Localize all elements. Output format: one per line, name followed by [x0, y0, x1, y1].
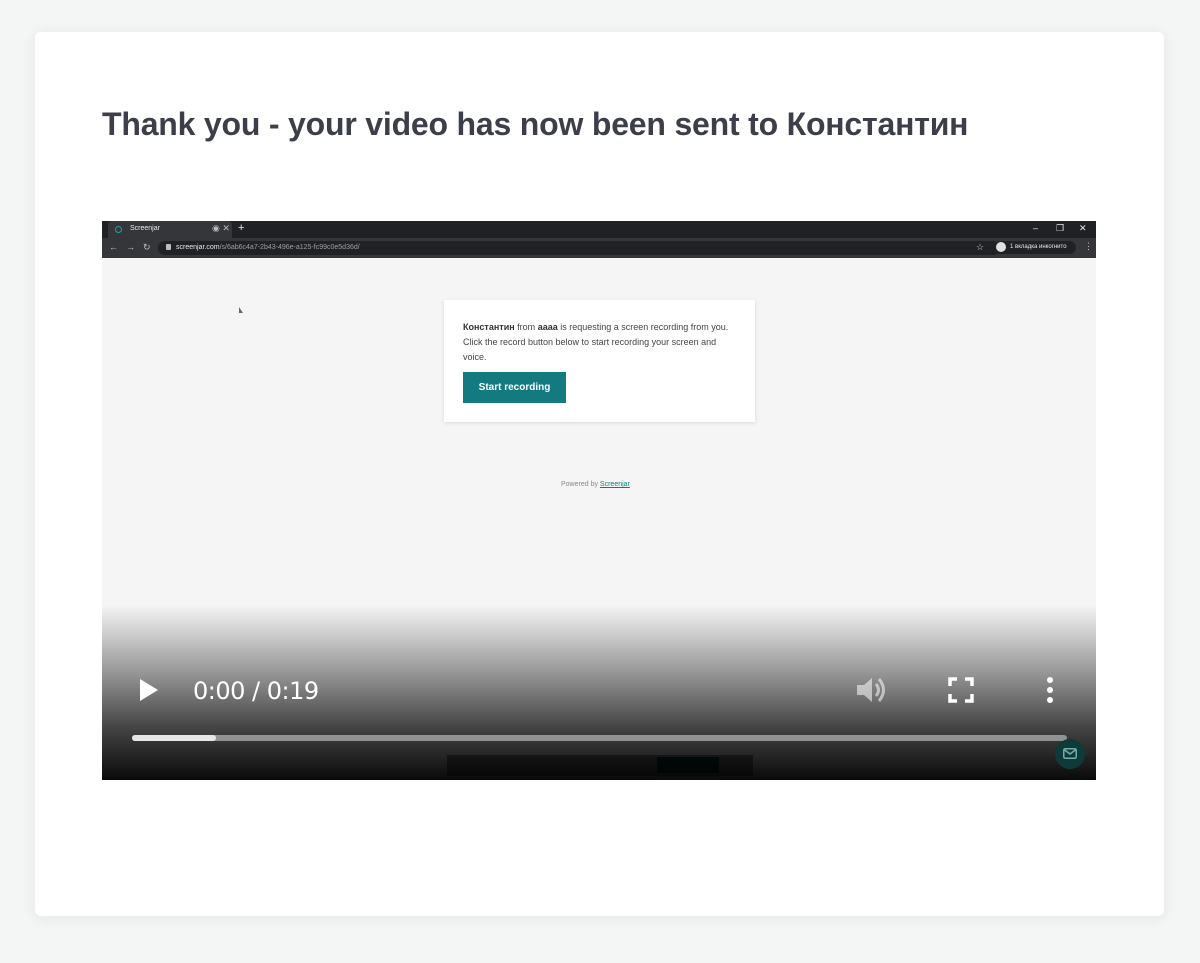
- forward-icon: →: [126, 242, 135, 252]
- progress-bar[interactable]: [132, 735, 1067, 741]
- address-bar: screenjar.com/s/6ab6c4a7-2b43-496e-a125-…: [158, 241, 1000, 255]
- browser-menu-icon: ⋮: [1084, 241, 1093, 251]
- video-player[interactable]: Screenjar ◉ ✕ + – ❐ ✕ ← → ↻ screenjar.co…: [102, 221, 1096, 780]
- message-icon: [1063, 748, 1077, 759]
- mouse-cursor-icon: [239, 307, 243, 313]
- browser-toolbar: ← → ↻ screenjar.com/s/6ab6c4a7-2b43-496e…: [102, 238, 1096, 258]
- restore-icon: ❐: [1056, 223, 1065, 233]
- tab-favicon-icon: [115, 226, 122, 233]
- recording-request-card: Константин from aaaa is requesting a scr…: [444, 300, 755, 422]
- title-prefix: Thank you - your video has now been sent…: [102, 106, 787, 142]
- incognito-icon: [996, 242, 1006, 252]
- minimize-icon: –: [1033, 223, 1039, 233]
- progress-fill: [132, 735, 217, 741]
- fullscreen-icon[interactable]: [948, 677, 974, 703]
- start-recording-button: Start recording: [463, 372, 566, 403]
- incognito-label: 1 вкладка инкогнито: [1010, 244, 1067, 250]
- incognito-badge: 1 вкладка инкогнито: [994, 241, 1076, 254]
- new-tab-icon: +: [238, 222, 245, 234]
- reload-icon: ↻: [143, 242, 151, 252]
- lock-icon: [166, 244, 171, 250]
- recipient-name: Константин: [786, 106, 969, 142]
- more-options-icon[interactable]: [1039, 675, 1061, 705]
- play-icon[interactable]: [140, 679, 158, 701]
- page-title: Thank you - your video has now been sent…: [102, 106, 969, 143]
- volume-icon[interactable]: [854, 675, 888, 705]
- recording-request-text: Константин from aaaa is requesting a scr…: [463, 322, 729, 362]
- back-icon: ←: [109, 242, 118, 252]
- time-display: 0:00 / 0:19: [193, 677, 319, 705]
- browser-tab: Screenjar ◉ ✕: [108, 221, 232, 238]
- recorded-browser-chrome: Screenjar ◉ ✕ + – ❐ ✕ ← → ↻ screenjar.co…: [102, 221, 1096, 258]
- powered-by: Powered by Screenjar: [561, 481, 630, 488]
- message-button[interactable]: [1055, 739, 1085, 769]
- bookmark-star-icon: ☆: [976, 242, 985, 252]
- tab-title: Screenjar: [130, 225, 160, 232]
- tab-close-icon: ◉ ✕: [212, 223, 230, 233]
- window-close-icon: ✕: [1079, 223, 1087, 233]
- url-text: screenjar.com/s/6ab6c4a7-2b43-496e-a125-…: [176, 244, 360, 251]
